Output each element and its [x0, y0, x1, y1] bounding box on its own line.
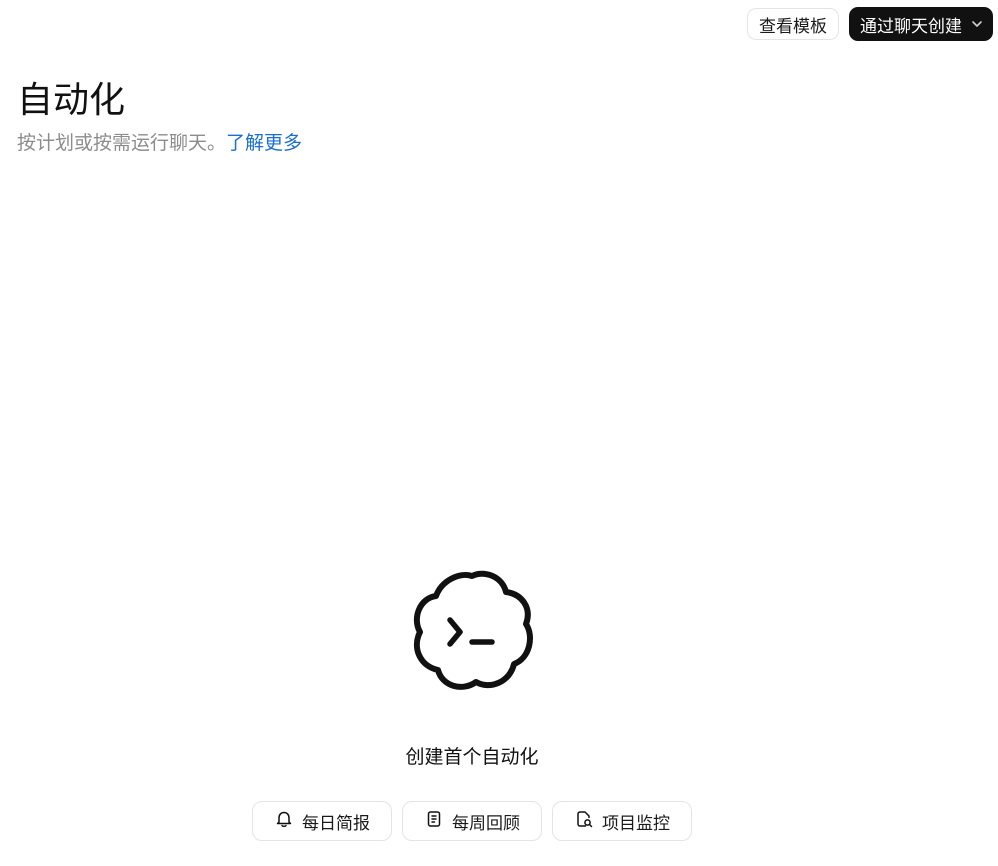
suggestion-project-monitor[interactable]: 项目监控 — [552, 801, 692, 841]
terminal-cloud-icon — [410, 568, 534, 692]
suggestion-label: 每周回顾 — [452, 813, 520, 834]
top-toolbar: 查看模板 通过聊天创建 — [747, 7, 993, 41]
empty-state-title: 创建首个自动化 — [405, 746, 539, 768]
create-via-chat-button[interactable]: 通过聊天创建 — [849, 7, 993, 41]
automations-page: 查看模板 通过聊天创建 自动化 按计划或按需运行聊天。了解更多 创建首个自动化 … — [0, 0, 998, 866]
page-title: 自动化 — [17, 80, 126, 121]
page-subtitle: 按计划或按需运行聊天。了解更多 — [17, 130, 302, 156]
subtitle-text: 按计划或按需运行聊天。 — [17, 132, 227, 154]
create-via-chat-label: 通过聊天创建 — [860, 16, 962, 37]
bell-icon — [274, 809, 294, 834]
file-search-icon — [574, 809, 594, 834]
suggestion-weekly-review[interactable]: 每周回顾 — [402, 801, 542, 841]
view-templates-button[interactable]: 查看模板 — [747, 8, 839, 40]
learn-more-link[interactable]: 了解更多 — [226, 132, 302, 154]
notes-icon — [424, 809, 444, 834]
suggestion-daily-brief[interactable]: 每日简报 — [252, 801, 392, 841]
suggestion-label: 每日简报 — [302, 813, 370, 834]
chevron-down-icon[interactable] — [970, 17, 984, 31]
suggestion-label: 项目监控 — [602, 813, 670, 834]
suggestion-chips: 每日简报 每周回顾 项目监控 — [252, 801, 692, 841]
